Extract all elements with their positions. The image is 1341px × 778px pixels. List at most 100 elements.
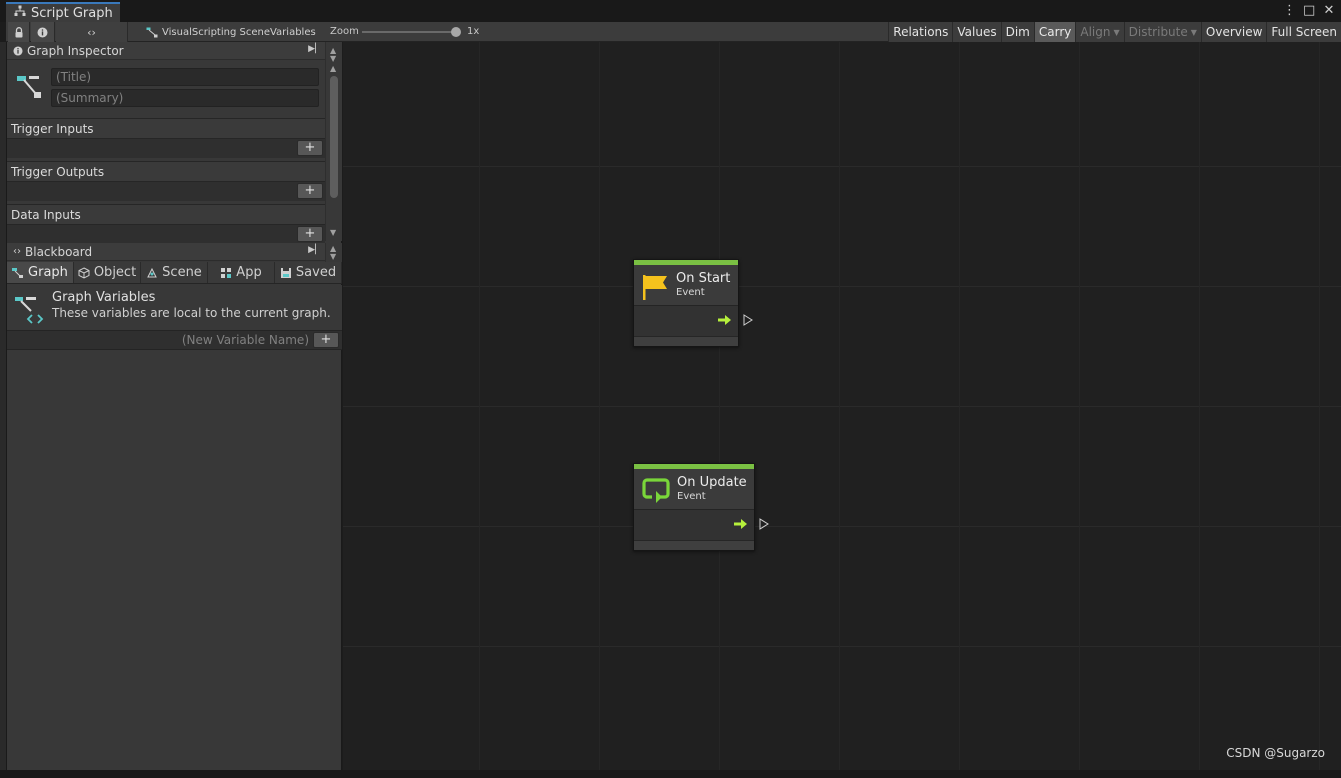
watermark: CSDN @Sugarzo (1226, 746, 1325, 760)
tab-script-graph[interactable]: Script Graph (6, 2, 120, 22)
variables-button[interactable]: ‹› (56, 22, 128, 42)
add-variable-button[interactable]: + (313, 332, 339, 348)
variables-icon: ‹› (87, 25, 96, 39)
tab-app[interactable]: App (208, 262, 275, 283)
add-trigger-output-button[interactable]: + (297, 183, 323, 199)
control-output-arrow-icon (718, 315, 731, 325)
zoom-value: 1x (467, 26, 480, 37)
pin-panel-icon[interactable]: ▶▏ (308, 44, 322, 54)
tab-scene[interactable]: Scene (141, 262, 208, 283)
grid-line (343, 646, 1341, 647)
close-icon[interactable]: ✕ (1323, 3, 1335, 19)
align-label: Align (1080, 25, 1111, 39)
distribute-dropdown[interactable]: Distribute ▼ (1123, 22, 1201, 42)
loop-icon (642, 478, 670, 503)
tab-saved-label: Saved (295, 265, 337, 280)
align-dropdown[interactable]: Align ▼ (1075, 22, 1124, 42)
relations-button[interactable]: Relations (888, 22, 953, 42)
node-footer (634, 540, 754, 550)
node-body (634, 306, 738, 336)
breadcrumb[interactable]: VisualScripting SceneVariables (146, 22, 316, 42)
info-button[interactable] (31, 22, 55, 42)
left-dock-edge (0, 42, 7, 778)
tab-object-label: Object (93, 265, 137, 280)
scroll-down-icon[interactable]: ▼ (330, 228, 336, 237)
scene-icon (147, 267, 157, 277)
control-output-port-icon[interactable] (759, 518, 769, 530)
flag-icon (643, 275, 667, 300)
scroll-down-icon[interactable]: ▼ (330, 252, 336, 261)
tab-saved[interactable]: Saved (275, 262, 342, 283)
cube-icon (78, 266, 90, 279)
new-variable-name-input[interactable]: (New Variable Name) (182, 333, 309, 347)
window-titlebar: Script Graph ⋮ □ ✕ (0, 0, 1341, 22)
graph-variables-section: Graph Variables These variables are loca… (7, 285, 342, 333)
graph-variables-title: Graph Variables (52, 290, 156, 305)
blackboard-scrollbar[interactable]: ▲ ▼ (325, 243, 342, 262)
trigger-inputs-label: Trigger Inputs (7, 118, 325, 138)
graph-summary-field[interactable]: (Summary) (51, 89, 319, 107)
dim-button[interactable]: Dim (1000, 22, 1034, 42)
zoom-slider-track[interactable] (362, 31, 457, 33)
grid-line (343, 406, 1341, 407)
graph-inspector-title: Graph Inspector (27, 43, 124, 58)
lock-button[interactable] (8, 22, 30, 42)
add-data-input-button[interactable]: + (297, 226, 323, 242)
graph-icon (17, 76, 41, 98)
tab-title: Script Graph (31, 5, 113, 21)
node-subtitle: Event (677, 491, 706, 502)
overview-button[interactable]: Overview (1200, 22, 1267, 42)
tab-graph[interactable]: Graph (7, 262, 74, 283)
grid-line (479, 42, 480, 770)
grid-line (1079, 42, 1080, 770)
more-menu-icon[interactable]: ⋮ (1283, 3, 1296, 19)
data-inputs-list: + (7, 224, 325, 244)
add-trigger-input-button[interactable]: + (297, 140, 323, 156)
on-start-node[interactable]: On Start Event (633, 259, 753, 347)
window-bottom-edge (0, 770, 1341, 778)
info-icon (37, 27, 48, 37)
graph-variables-description: These variables are local to the current… (52, 306, 331, 320)
values-button[interactable]: Values (952, 22, 1001, 42)
save-icon (280, 267, 291, 278)
node-header: On Start Event (634, 265, 738, 306)
breadcrumb-label: VisualScripting SceneVariables (162, 26, 316, 38)
grid-line (343, 286, 1341, 287)
grid-line (719, 42, 720, 770)
node-footer (634, 336, 738, 346)
graph-sidebar: Graph Inspector ▶▏ ▲ ▼ ▲ ▼ (Title) (Summ… (7, 42, 342, 770)
scroll-down-icon[interactable]: ▼ (330, 54, 336, 63)
graph-variables-icon (15, 297, 44, 324)
tab-scene-label: Scene (162, 265, 202, 280)
pin-panel-icon[interactable]: ▶▏ (308, 245, 322, 255)
variables-icon: ‹› (13, 246, 21, 257)
graph-inspector-header[interactable]: Graph Inspector ▶▏ (7, 42, 342, 60)
graph-title-field[interactable]: (Title) (51, 68, 319, 86)
inspector-scrollbar[interactable]: ▲ ▼ ▲ ▼ (325, 42, 342, 241)
scroll-thumb[interactable] (330, 76, 338, 198)
graph-icon (12, 267, 24, 278)
graph-canvas[interactable]: On Start Event On Update Event CSDN @Sug… (343, 42, 1341, 770)
node-header: On Update Event (634, 469, 754, 510)
fullscreen-button[interactable]: Full Screen (1266, 22, 1341, 42)
carry-button[interactable]: Carry (1033, 22, 1076, 42)
maximize-icon[interactable]: □ (1303, 3, 1315, 19)
zoom-slider-handle[interactable] (451, 27, 461, 37)
trigger-outputs-label: Trigger Outputs (7, 161, 325, 181)
blackboard-header[interactable]: ‹› Blackboard ▶▏ (7, 243, 342, 261)
tab-object[interactable]: Object (74, 262, 141, 283)
control-output-port-icon[interactable] (743, 314, 753, 326)
scroll-up-icon[interactable]: ▲ (330, 64, 336, 73)
lock-icon (15, 26, 22, 37)
hierarchy-icon (14, 5, 26, 21)
blackboard-title: Blackboard (25, 244, 93, 259)
graph-toolbar: ‹› VisualScripting SceneVariables Zoom 1… (6, 22, 1341, 42)
control-output-arrow-icon (734, 519, 747, 529)
tab-graph-label: Graph (28, 265, 68, 280)
node-body (634, 510, 754, 540)
on-update-node[interactable]: On Update Event (633, 463, 769, 551)
tab-app-label: App (236, 265, 262, 280)
grid-line (599, 42, 600, 770)
grid-line (839, 42, 840, 770)
grid-line (343, 166, 1341, 167)
